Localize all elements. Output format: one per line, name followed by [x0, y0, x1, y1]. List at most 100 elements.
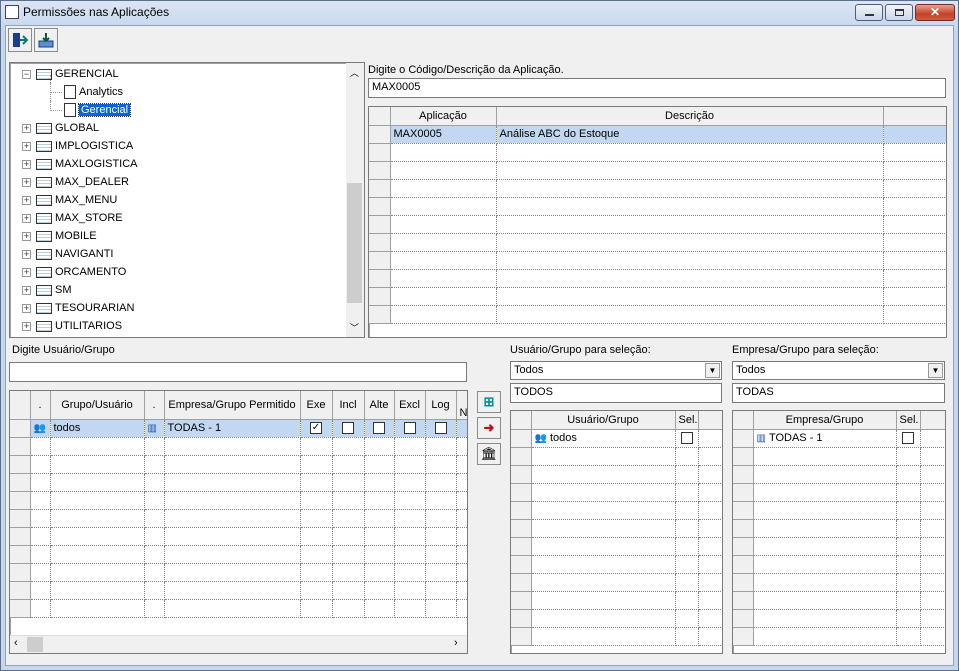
- cell-sel[interactable]: [675, 609, 699, 628]
- table-row[interactable]: [733, 519, 945, 538]
- scroll-thumb[interactable]: [27, 637, 43, 652]
- cell-sel[interactable]: [896, 483, 921, 502]
- table-row[interactable]: [369, 251, 946, 270]
- row-indicator[interactable]: [10, 491, 31, 510]
- cell-exe[interactable]: [300, 581, 333, 600]
- row-indicator[interactable]: [10, 455, 31, 474]
- cell-alte[interactable]: [364, 545, 395, 564]
- cell-sel[interactable]: [896, 591, 921, 610]
- expand-icon[interactable]: +: [22, 286, 31, 295]
- row-indicator[interactable]: [733, 519, 754, 538]
- table-row[interactable]: [369, 305, 946, 324]
- table-row[interactable]: 👥 todos: [511, 429, 722, 448]
- app-search-input[interactable]: MAX0005: [368, 78, 946, 98]
- cell-incl[interactable]: [332, 437, 365, 456]
- cell-sel[interactable]: [675, 465, 699, 484]
- user-select-grid[interactable]: Usuário/Grupo Sel. 👥 todos: [510, 410, 723, 654]
- cell-alte[interactable]: [364, 491, 395, 510]
- tree-item-orcamento[interactable]: + ORCAMENTO: [22, 263, 126, 281]
- maximize-button[interactable]: [885, 4, 913, 21]
- cell-incl[interactable]: [332, 491, 365, 510]
- cell-sel[interactable]: [675, 537, 699, 556]
- expand-icon[interactable]: +: [22, 268, 31, 277]
- table-row[interactable]: [10, 527, 467, 546]
- cell-sel[interactable]: [896, 519, 921, 538]
- cell-empresa-grupo[interactable]: [164, 563, 301, 582]
- cell-exe[interactable]: [300, 455, 333, 474]
- row-indicator[interactable]: [369, 215, 391, 234]
- row-indicator[interactable]: [369, 179, 391, 198]
- cell-incl[interactable]: [332, 419, 365, 438]
- cell-incl[interactable]: [332, 473, 365, 492]
- row-indicator[interactable]: [10, 527, 31, 546]
- row-indicator[interactable]: [10, 563, 31, 582]
- cell-exe[interactable]: [300, 527, 333, 546]
- table-row[interactable]: ▥ TODAS - 1: [733, 429, 945, 448]
- cell-sel[interactable]: [896, 429, 921, 448]
- table-row[interactable]: [369, 215, 946, 234]
- cell-empresa-grupo[interactable]: [753, 555, 897, 574]
- row-indicator[interactable]: [511, 483, 532, 502]
- checkbox[interactable]: [373, 422, 385, 435]
- cell-usuario-grupo[interactable]: [531, 609, 676, 628]
- cell-empresa-grupo[interactable]: [753, 627, 897, 646]
- cell-excl[interactable]: [394, 563, 426, 582]
- row-indicator[interactable]: [369, 269, 391, 288]
- cell-usuario-grupo[interactable]: [531, 555, 676, 574]
- cell-grupo-usuario[interactable]: [50, 563, 145, 582]
- cell-descricao[interactable]: [496, 179, 884, 198]
- cell-empresa-grupo[interactable]: TODAS - 1: [164, 419, 301, 438]
- expand-icon[interactable]: +: [22, 160, 31, 169]
- application-grid[interactable]: Aplicação Descrição MAX0005 Análise ABC d…: [368, 106, 947, 338]
- cell-exe[interactable]: [300, 545, 333, 564]
- cell-aplicacao[interactable]: [390, 161, 497, 180]
- cell-exe[interactable]: [300, 473, 333, 492]
- cell-grupo-usuario[interactable]: [50, 581, 145, 600]
- checkbox[interactable]: [434, 422, 447, 435]
- institution-button[interactable]: 🏛: [477, 443, 501, 465]
- row-indicator[interactable]: [733, 501, 754, 520]
- row-indicator[interactable]: [10, 419, 31, 438]
- application-tree[interactable]: − GERENCIAL Analytics Gerencial + GLOBAL + IMPL…: [9, 62, 365, 338]
- cell-log[interactable]: [425, 455, 457, 474]
- cell-excl[interactable]: [394, 491, 426, 510]
- expand-icon[interactable]: +: [22, 142, 31, 151]
- col-header-excl[interactable]: Excl: [394, 391, 426, 420]
- checkbox[interactable]: [342, 422, 354, 435]
- tree-item-max-menu[interactable]: + MAX_MENU: [22, 191, 117, 209]
- tree-item-naviganti[interactable]: + NAVIGANTI: [22, 245, 113, 263]
- row-indicator[interactable]: [511, 591, 532, 610]
- row-indicator[interactable]: [733, 483, 754, 502]
- cell-empresa-grupo[interactable]: [753, 609, 897, 628]
- table-row[interactable]: [10, 581, 467, 600]
- cell-usuario-grupo[interactable]: [531, 465, 676, 484]
- checkbox[interactable]: [680, 432, 693, 445]
- cell-usuario-grupo[interactable]: [531, 519, 676, 538]
- table-row[interactable]: [733, 447, 945, 466]
- col-header-grupo-usuario[interactable]: Grupo/Usuário: [50, 391, 145, 420]
- cell-grupo-usuario[interactable]: [50, 527, 145, 546]
- cell-usuario-grupo[interactable]: [531, 501, 676, 520]
- row-indicator[interactable]: [733, 609, 754, 628]
- cell-sel[interactable]: [896, 627, 921, 646]
- table-row[interactable]: [511, 591, 722, 610]
- cell-descricao[interactable]: [496, 233, 884, 252]
- table-row[interactable]: [733, 465, 945, 484]
- cell-descricao[interactable]: [496, 161, 884, 180]
- col-header-log[interactable]: Log: [425, 391, 457, 420]
- cell-excl[interactable]: [394, 527, 426, 546]
- cell-descricao[interactable]: [496, 287, 884, 306]
- table-row[interactable]: MAX0005 Análise ABC do Estoque: [369, 125, 946, 144]
- cell-descricao[interactable]: [496, 215, 884, 234]
- table-row[interactable]: [511, 519, 722, 538]
- tree-item-max-dealer[interactable]: + MAX_DEALER: [22, 173, 129, 191]
- cell-sel[interactable]: [675, 501, 699, 520]
- cell-log[interactable]: [425, 419, 457, 438]
- row-indicator[interactable]: [511, 465, 532, 484]
- row-indicator[interactable]: [733, 573, 754, 592]
- cell-sel[interactable]: [896, 555, 921, 574]
- table-row[interactable]: [10, 545, 467, 564]
- cell-alte[interactable]: [364, 473, 395, 492]
- cell-exe[interactable]: [300, 599, 333, 618]
- expand-icon[interactable]: +: [22, 178, 31, 187]
